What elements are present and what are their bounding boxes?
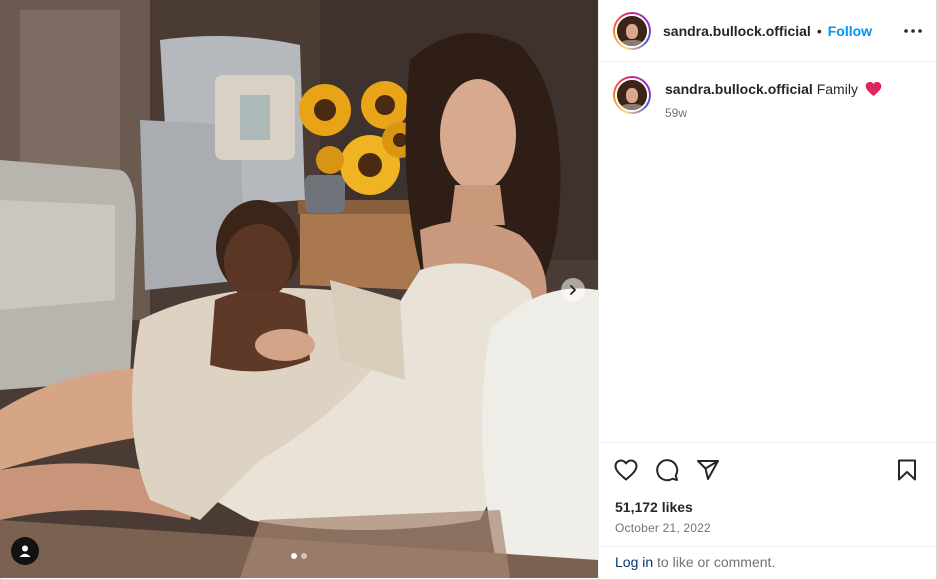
chevron-right-icon: [570, 285, 576, 295]
tagged-users-button[interactable]: [11, 537, 39, 565]
post-details-panel: sandra.bullock.official • Follow sandra.…: [598, 0, 936, 578]
share-button[interactable]: [695, 457, 721, 483]
login-prompt-text: to like or comment.: [653, 554, 776, 570]
caption-username[interactable]: sandra.bullock.official: [665, 81, 813, 97]
separator-dot: •: [816, 22, 822, 39]
heart-icon: [614, 459, 638, 481]
send-icon: [697, 460, 719, 480]
login-link[interactable]: Log in: [615, 554, 653, 570]
comment-icon: [656, 459, 679, 482]
bookmark-icon: [898, 459, 916, 481]
post-date: October 21, 2022: [615, 521, 711, 535]
like-button[interactable]: [613, 457, 639, 483]
photo-illustration: [0, 0, 598, 578]
caption-avatar[interactable]: [613, 76, 651, 114]
more-horizontal-icon: [904, 28, 922, 33]
likes-count[interactable]: 51,172 likes: [599, 497, 936, 515]
carousel-dot: [301, 553, 307, 559]
login-prompt: Log in to like or comment.: [599, 546, 936, 578]
avatar-image: [617, 80, 647, 110]
carousel-dot-active: [291, 553, 297, 559]
comment-button[interactable]: [654, 457, 680, 483]
caption-timestamp: 59w: [665, 106, 688, 120]
avatar-image: [617, 15, 647, 46]
comments-area: sandra.bullock.official Family 59w: [599, 62, 936, 442]
post-actions-section: 51,172 likes October 21, 2022: [599, 442, 936, 535]
save-button[interactable]: [894, 457, 920, 483]
avatar[interactable]: [613, 11, 651, 50]
carousel-next-button[interactable]: [561, 278, 585, 302]
more-options-button[interactable]: [904, 28, 922, 33]
follow-button[interactable]: Follow: [828, 23, 872, 39]
red-heart-emoji-icon: [865, 81, 882, 97]
header-username[interactable]: sandra.bullock.official: [663, 23, 811, 39]
post-header: sandra.bullock.official • Follow: [599, 0, 936, 62]
post-image[interactable]: [0, 0, 598, 578]
caption-text: Family: [816, 81, 858, 97]
carousel-indicator: [0, 553, 598, 559]
caption: sandra.bullock.official Family 59w: [613, 76, 922, 120]
action-bar: [599, 443, 936, 497]
